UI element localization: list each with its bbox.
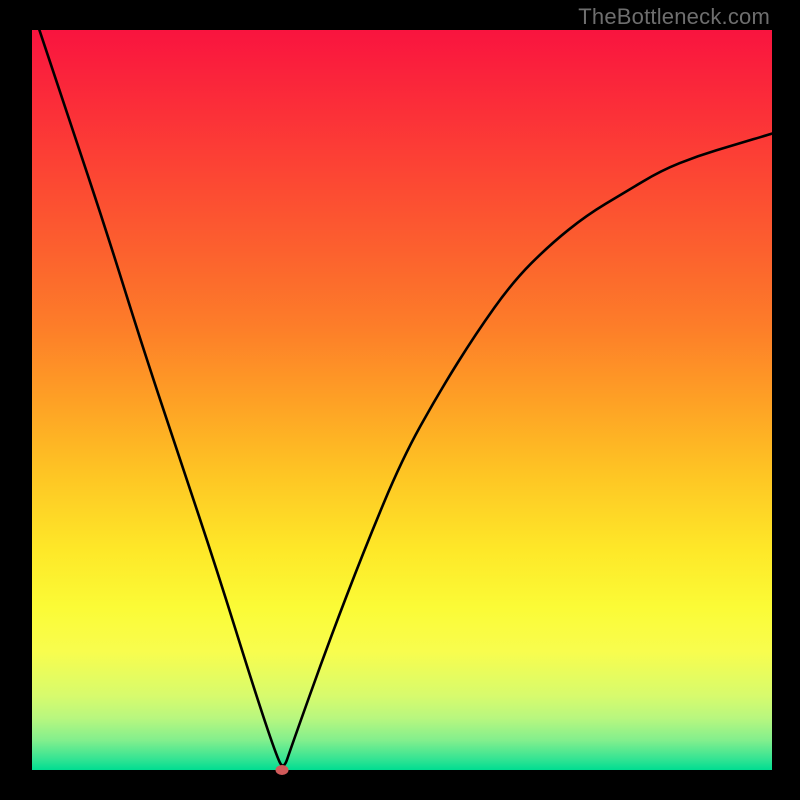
watermark-text: TheBottleneck.com	[578, 4, 770, 30]
minimum-marker	[276, 765, 289, 775]
bottleneck-curve	[32, 30, 772, 770]
chart-frame: TheBottleneck.com	[0, 0, 800, 800]
plot-area	[32, 30, 772, 770]
